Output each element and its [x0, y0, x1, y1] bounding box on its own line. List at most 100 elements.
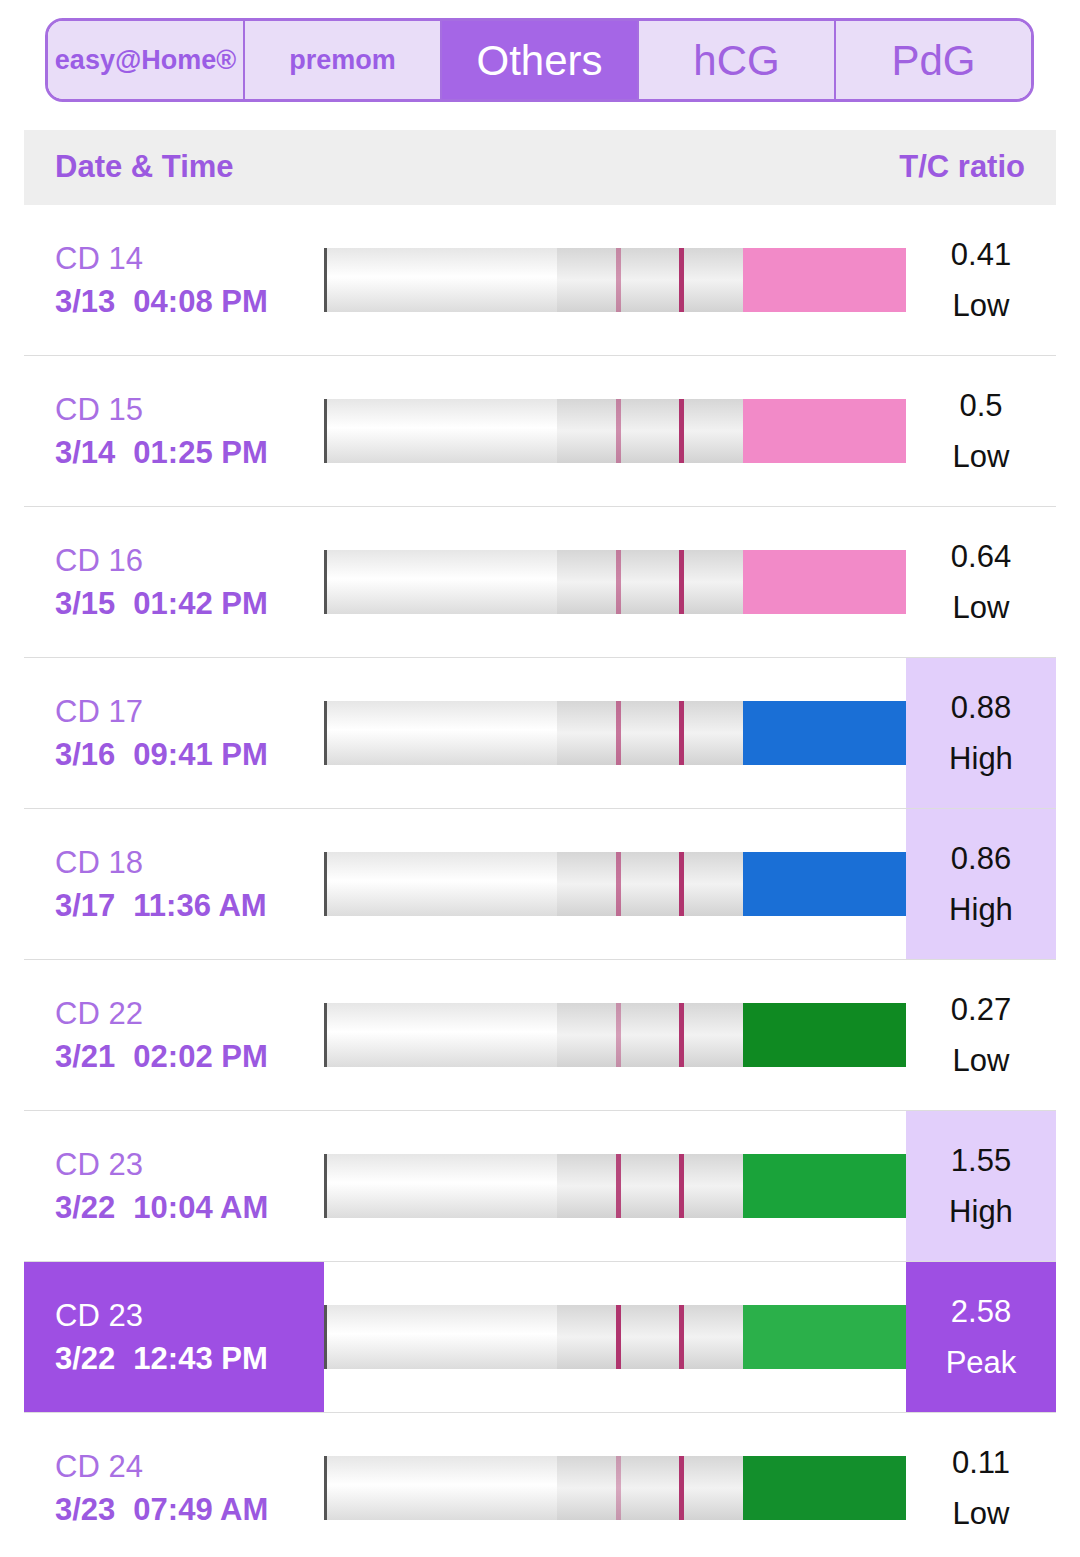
test-time: 09:41 PM — [133, 736, 267, 773]
tab-label: premom — [289, 40, 396, 81]
test-line — [616, 1003, 621, 1067]
date-time: 3/2307:49 AM — [55, 1491, 324, 1528]
cycle-day: CD 14 — [55, 240, 324, 277]
test-row[interactable]: CD 16 3/1501:42 PM 0.64Low — [24, 507, 1056, 658]
tc-ratio: 0.11 — [952, 1444, 1010, 1481]
tc-ratio: 0.88 — [951, 689, 1011, 726]
brand-tab[interactable]: hCG — [637, 21, 834, 99]
date-cell: CD 153/1401:25 PM — [24, 356, 324, 506]
brand-tabs: easy@Home® premom Others hCG PdG — [45, 18, 1034, 102]
tab-label: Others — [476, 29, 602, 92]
strip-cell — [324, 658, 906, 808]
strip-handle — [743, 1003, 906, 1067]
lh-level: Low — [953, 1042, 1010, 1079]
strip-cell — [324, 809, 906, 959]
strip-base — [324, 399, 557, 463]
control-line — [679, 1154, 684, 1218]
control-line — [679, 852, 684, 916]
date-cell: CD 233/2210:04 AM — [24, 1111, 324, 1261]
date-time: 3/1501:42 PM — [55, 585, 324, 622]
strip-base — [324, 1154, 557, 1218]
test-line — [616, 1154, 621, 1218]
control-line — [679, 399, 684, 463]
strip-cell — [324, 205, 906, 355]
strip-handle — [743, 550, 906, 614]
tc-ratio: 0.5 — [959, 387, 1002, 424]
lh-level: Peak — [946, 1344, 1017, 1381]
test-time: 04:08 PM — [133, 283, 267, 320]
strip-handle — [743, 1154, 906, 1218]
strip-base — [324, 852, 557, 916]
tab-label: PdG — [891, 29, 975, 92]
lh-level: Low — [953, 438, 1010, 475]
test-time: 02:02 PM — [133, 1038, 267, 1075]
strip-window — [557, 550, 743, 614]
test-line — [616, 701, 621, 765]
strip-cell — [324, 1111, 906, 1261]
test-row[interactable]: CD 17 3/1609:41 PM 0.88 High — [24, 658, 1056, 809]
strip-base — [324, 248, 557, 312]
test-line — [616, 1456, 621, 1520]
date-time: 3/21 02:02 PM — [55, 1038, 324, 1075]
test-row[interactable]: CD 233/2212:43 PM 2.58Peak — [24, 1262, 1056, 1413]
cycle-day: CD 18 — [55, 844, 324, 881]
control-line — [679, 248, 684, 312]
brand-tab[interactable]: premom — [243, 21, 440, 99]
lh-level: Low — [953, 1495, 1010, 1532]
test-strip — [324, 1456, 906, 1520]
test-date: 3/21 — [55, 1038, 115, 1075]
strip-base — [324, 1003, 557, 1067]
ratio-cell: 0.86High — [906, 809, 1056, 959]
test-strip — [324, 550, 906, 614]
test-row[interactable]: CD 243/2307:49 AM0.11Low — [24, 1413, 1056, 1557]
cycle-day: CD 17 — [55, 693, 324, 730]
ratio-cell: 0.64Low — [906, 507, 1056, 657]
strip-window — [557, 1003, 743, 1067]
tc-ratio: 1.55 — [951, 1142, 1011, 1179]
lh-level: High — [949, 891, 1013, 928]
date-cell: CD 143/1304:08 PM — [24, 205, 324, 355]
brand-tab[interactable]: PdG — [834, 21, 1031, 99]
strip-handle — [743, 1305, 906, 1369]
date-cell: CD 223/2102:02 PM — [24, 960, 324, 1110]
test-time: 07:49 AM — [133, 1491, 268, 1528]
strip-window — [557, 1305, 743, 1369]
strip-handle — [743, 1456, 906, 1520]
test-row[interactable]: CD 153/1401:25 PM 0.5 Low — [24, 356, 1056, 507]
brand-tab[interactable]: Others — [440, 21, 637, 99]
test-row[interactable]: CD 223/2102:02 PM0.27Low — [24, 960, 1056, 1111]
ratio-heading: T/C ratio — [899, 144, 1025, 191]
test-strip — [324, 399, 906, 463]
lh-level: Low — [953, 287, 1010, 324]
strip-window — [557, 852, 743, 916]
strip-window — [557, 399, 743, 463]
date-cell: CD 233/2212:43 PM — [24, 1262, 324, 1412]
tab-label: hCG — [693, 29, 779, 92]
test-row[interactable]: CD 18 3/1711:36 AM 0.86High — [24, 809, 1056, 960]
control-line — [679, 550, 684, 614]
brand-tab[interactable]: easy@Home® — [48, 21, 243, 99]
test-line — [616, 248, 621, 312]
strip-cell — [324, 356, 906, 506]
test-date: 3/22 — [55, 1189, 115, 1226]
cycle-day: CD 23 — [55, 1146, 324, 1183]
strip-window — [557, 1154, 743, 1218]
strip-handle — [743, 701, 906, 765]
lh-level: High — [949, 740, 1013, 777]
cycle-day: CD 16 — [55, 542, 324, 579]
test-row[interactable]: CD 143/1304:08 PM0.41Low — [24, 205, 1056, 356]
date-time: 3/1609:41 PM — [55, 736, 324, 773]
control-line — [679, 1456, 684, 1520]
test-list: Date & TimeT/C ratioCD 143/1304:08 PM0.4… — [24, 130, 1056, 1557]
ratio-cell: 2.58Peak — [906, 1262, 1056, 1412]
strip-window — [557, 1456, 743, 1520]
strip-cell — [324, 960, 906, 1110]
test-row[interactable]: CD 233/2210:04 AM1.55High — [24, 1111, 1056, 1262]
date-time: 3/1711:36 AM — [55, 887, 324, 924]
control-line — [679, 1305, 684, 1369]
strip-handle — [743, 399, 906, 463]
strip-base — [324, 1305, 557, 1369]
ratio-cell: 1.55High — [906, 1111, 1056, 1261]
strip-handle — [743, 248, 906, 312]
test-strip — [324, 1154, 906, 1218]
